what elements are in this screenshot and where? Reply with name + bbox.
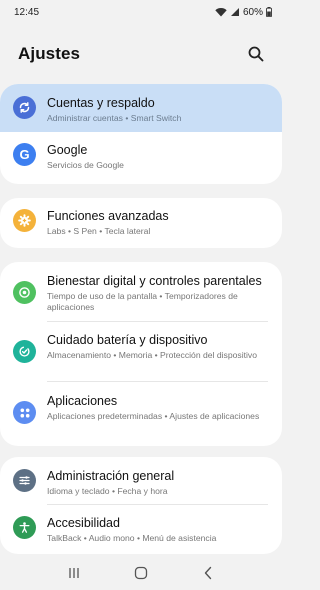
item-label: Bienestar digital y controles parentales — [47, 274, 262, 288]
settings-item-aplicaciones[interactable]: Aplicaciones Aplicaciones predeterminada… — [0, 382, 282, 446]
home-icon — [134, 566, 148, 580]
settings-card-accounts: Cuentas y respaldo Administrar cuentas •… — [0, 84, 282, 184]
sync-icon — [13, 96, 36, 119]
battery-percent: 60% — [242, 6, 263, 18]
status-bar: 12:45 60% — [0, 0, 282, 24]
item-subtitle: TalkBack • Audio mono • Menú de asistenc… — [47, 533, 217, 543]
settings-item-accesibilidad[interactable]: Accesibilidad TalkBack • Audio mono • Me… — [0, 505, 282, 554]
item-subtitle: Almacenamiento • Memoria • Protección de… — [47, 350, 257, 360]
item-label: Funciones avanzadas — [47, 209, 169, 223]
recent-apps-icon — [69, 568, 79, 578]
page-title: Ajustes — [18, 44, 81, 63]
device-care-icon — [13, 340, 36, 363]
sliders-icon — [13, 469, 36, 492]
wifi-icon — [215, 8, 227, 17]
settings-item-google[interactable]: G Google Servicios de Google — [0, 132, 282, 184]
search-button[interactable] — [245, 43, 267, 65]
search-icon — [248, 46, 264, 62]
settings-item-cuentas-respaldo[interactable]: Cuentas y respaldo Administrar cuentas •… — [0, 84, 282, 132]
gear-plus-icon — [13, 209, 36, 232]
apps-grid-icon — [13, 401, 36, 424]
item-label: Google — [47, 143, 88, 157]
item-label: Cuentas y respaldo — [47, 96, 155, 110]
settings-item-administracion-general[interactable]: Administración general Idioma y teclado … — [0, 457, 282, 505]
settings-item-funciones-avanzadas[interactable]: Funciones avanzadas Labs • S Pen • Tecla… — [0, 198, 282, 248]
battery-icon — [266, 7, 272, 17]
item-label: Cuidado batería y dispositivo — [47, 333, 208, 347]
signal-icon — [230, 8, 239, 16]
home-button[interactable] — [129, 561, 153, 585]
back-button[interactable] — [196, 561, 220, 585]
settings-card-advanced: Funciones avanzadas Labs • S Pen • Tecla… — [0, 198, 282, 248]
status-icons: 60% — [215, 7, 272, 18]
item-subtitle: Labs • S Pen • Tecla lateral — [47, 226, 151, 236]
page-header: Ajustes — [0, 36, 282, 72]
item-subtitle: Idioma y teclado • Fecha y hora — [47, 486, 168, 496]
settings-card-wellbeing: Bienestar digital y controles parentales… — [0, 262, 282, 446]
item-subtitle: Administrar cuentas • Smart Switch — [47, 113, 182, 123]
item-label: Aplicaciones — [47, 394, 118, 408]
wellbeing-icon — [13, 281, 36, 304]
accessibility-icon — [13, 516, 36, 539]
back-icon — [205, 566, 212, 580]
item-subtitle: Tiempo de uso de la pantalla • Temporiza… — [47, 291, 238, 312]
settings-item-cuidado-bateria[interactable]: Cuidado batería y dispositivo Almacenami… — [0, 322, 282, 382]
recent-apps-button[interactable] — [62, 561, 86, 585]
item-label: Accesibilidad — [47, 516, 120, 530]
item-label: Administración general — [47, 469, 175, 483]
settings-card-general: Administración general Idioma y teclado … — [0, 457, 282, 554]
item-subtitle: Aplicaciones predeterminadas • Ajustes d… — [47, 411, 260, 421]
item-subtitle: Servicios de Google — [47, 160, 124, 170]
google-icon: G — [13, 143, 36, 166]
settings-item-bienestar-digital[interactable]: Bienestar digital y controles parentales… — [0, 262, 282, 322]
status-time: 12:45 — [14, 6, 40, 18]
navigation-bar — [0, 556, 282, 590]
